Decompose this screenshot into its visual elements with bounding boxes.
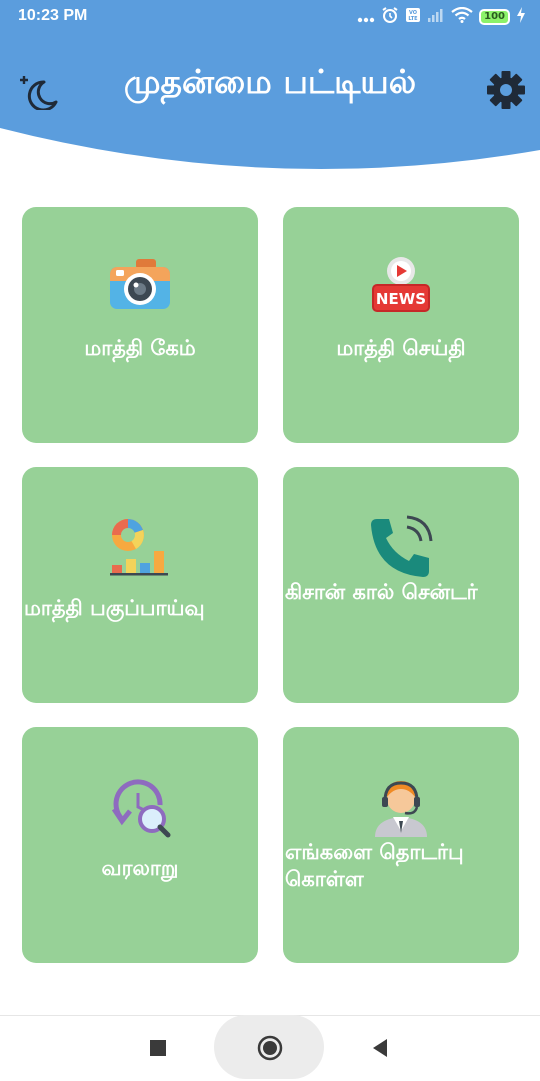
home-button[interactable] [252, 1015, 288, 1080]
analytics-icon [110, 519, 168, 576]
card-mathi-analysis[interactable]: மாத்தி பகுப்பாய்வு [22, 467, 258, 703]
news-icon: NEWS [372, 257, 430, 312]
svg-text:LTE: LTE [409, 16, 419, 22]
card-label: மாத்தி கேம் [84, 336, 196, 360]
card-label: வரலாறு [101, 856, 179, 880]
status-icons: VO LTE 100 [357, 6, 526, 28]
settings-button[interactable] [484, 68, 528, 112]
status-time: 10:23 PM [18, 7, 88, 24]
phone-icon [371, 515, 433, 577]
card-mathi-news[interactable]: NEWS மாத்தி செய்தி [283, 207, 519, 443]
card-history[interactable]: வரலாறு [22, 727, 258, 963]
history-icon [111, 779, 171, 838]
moon-icon [20, 76, 58, 112]
card-label: எங்களை தொடர்பு கொள்ள [285, 840, 464, 891]
status-bar: 10:23 PM VO LTE 100 [0, 0, 540, 32]
card-mathi-cam[interactable]: மாத்தி கேம் [22, 207, 258, 443]
svg-text:NEWS: NEWS [376, 290, 426, 308]
recents-square-icon [150, 1039, 166, 1056]
alarm-icon [381, 6, 399, 28]
more-dots-icon [357, 8, 375, 27]
app-header: முதன்மை பட்டியல் [0, 32, 540, 172]
page-title: முதன்மை பட்டியல் [123, 62, 417, 101]
charging-icon [516, 7, 526, 27]
gear-icon [487, 71, 525, 109]
wifi-icon [451, 6, 473, 27]
support-agent-icon [375, 781, 427, 837]
card-contact-us[interactable]: எங்களை தொடர்பு கொள்ள [283, 727, 519, 963]
card-label: மாத்தி செய்தி [336, 336, 466, 360]
dark-mode-toggle-button[interactable] [14, 70, 60, 112]
card-kisan-call-center[interactable]: கிசான் கால் சென்டர் [283, 467, 519, 703]
card-label: கிசான் கால் சென்டர் [285, 580, 478, 604]
volte-icon: VO LTE [405, 7, 421, 27]
signal-icon [427, 7, 445, 27]
back-triangle-icon [373, 1038, 387, 1057]
back-button[interactable] [362, 1015, 398, 1080]
recents-button[interactable] [140, 1015, 176, 1080]
home-circle-icon [257, 1035, 283, 1060]
battery-icon: 100 [479, 9, 510, 25]
camera-icon [110, 259, 170, 309]
card-label: மாத்தி பகுப்பாய்வு [24, 596, 205, 620]
